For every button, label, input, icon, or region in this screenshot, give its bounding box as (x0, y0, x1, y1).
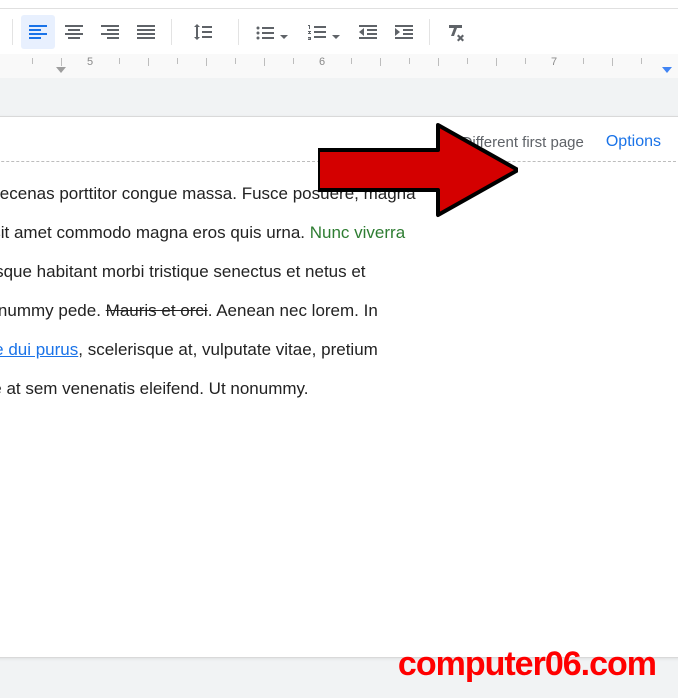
toolbar-separator (429, 19, 430, 45)
horizontal-ruler[interactable]: 5 6 7 (0, 54, 678, 79)
document-page: Different first page Options elit. Maece… (0, 116, 678, 658)
clear-formatting-icon (443, 20, 467, 44)
body-text-green: Nunc viverra (310, 223, 405, 242)
bulleted-list-button[interactable] (247, 15, 297, 49)
ruler-ticks: 5 6 7 (0, 54, 678, 78)
toolbar-separator (12, 19, 13, 45)
body-text: ibero, sit amet commodo magna eros quis … (0, 223, 310, 242)
indent-decrease-icon (356, 20, 380, 44)
align-center-icon (62, 20, 86, 44)
ruler-number: 5 (87, 56, 93, 68)
align-justify-button[interactable] (129, 15, 163, 49)
body-text: etra nonummy pede. (0, 301, 106, 320)
align-right-button[interactable] (93, 15, 127, 49)
body-text: elit. Maecenas porttitor congue massa. F… (0, 184, 416, 203)
checkbox-box-icon (438, 134, 454, 150)
chevron-down-icon (332, 28, 340, 36)
body-link[interactable]: endisse dui purus (0, 340, 78, 359)
indent-increase-button[interactable] (387, 15, 421, 49)
body-text: , scelerisque at, vulputate vitae, preti… (78, 340, 378, 359)
chevron-down-icon (280, 28, 288, 36)
clear-formatting-button[interactable] (438, 15, 472, 49)
ruler-indent-marker[interactable] (56, 67, 66, 73)
line-spacing-button[interactable] (180, 15, 230, 49)
different-first-page-checkbox[interactable]: Different first page (438, 134, 584, 151)
body-text: t neque at sem venenatis eleifend. Ut no… (0, 379, 309, 398)
body-text: . Aenean nec lorem. In (208, 301, 378, 320)
align-right-icon (98, 20, 122, 44)
document-body-text[interactable]: elit. Maecenas porttitor congue massa. F… (0, 162, 678, 433)
toolbar-separator (238, 19, 239, 45)
formatting-toolbar (0, 8, 678, 56)
indent-decrease-button[interactable] (351, 15, 385, 49)
align-left-icon (26, 20, 50, 44)
indent-increase-icon (392, 20, 416, 44)
numbered-list-button[interactable] (299, 15, 349, 49)
align-center-button[interactable] (57, 15, 91, 49)
header-controls-bar: Different first page Options (0, 117, 678, 161)
align-justify-icon (134, 20, 158, 44)
toolbar-separator (171, 19, 172, 45)
ruler-right-margin-marker[interactable] (662, 67, 672, 73)
document-canvas: Different first page Options elit. Maece… (0, 78, 678, 698)
body-text-strike: Mauris et orci (106, 301, 208, 320)
align-left-button[interactable] (21, 15, 55, 49)
numbered-list-icon (305, 20, 329, 44)
bulleted-list-icon (253, 20, 277, 44)
ruler-number: 7 (551, 56, 557, 68)
checkbox-label: Different first page (462, 134, 584, 151)
ruler-number: 6 (319, 56, 325, 68)
body-text: ellentesque habitant morbi tristique sen… (0, 262, 366, 281)
line-spacing-icon (191, 20, 215, 44)
header-options-link[interactable]: Options (606, 133, 661, 151)
app-root: { "toolbar": { "icons": [ "align-left-ic… (0, 0, 678, 698)
